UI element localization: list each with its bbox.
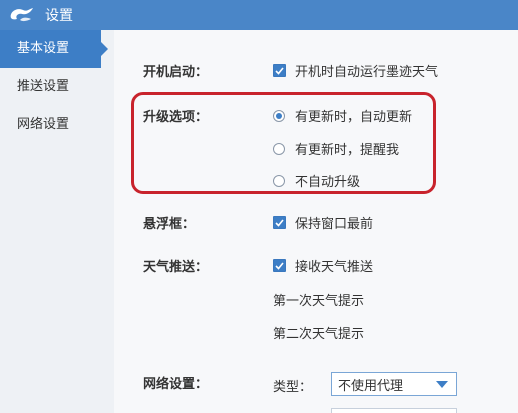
sidebar-item-label: 推送设置 (17, 79, 70, 94)
network-label: 网络设置： (143, 377, 209, 392)
chevron-down-icon (436, 381, 448, 388)
floating-option[interactable]: 保持窗口最前 (273, 213, 373, 232)
startup-label: 开机启动： (143, 65, 209, 80)
sidebar-item-network-settings[interactable]: 网络设置 (0, 106, 114, 144)
floating-option-label: 保持窗口最前 (295, 217, 374, 232)
proxy-type-select[interactable]: 不使用代理 (331, 372, 457, 396)
second-weather-hint: 第二次天气提示 (273, 327, 365, 342)
floating-label: 悬浮框： (143, 217, 196, 232)
weather-push-checkbox[interactable] (273, 259, 286, 272)
first-weather-hint: 第一次天气提示 (273, 294, 365, 309)
sidebar-item-label: 基本设置 (17, 41, 70, 56)
proxy-address-field[interactable] (331, 408, 457, 413)
settings-sidebar: 基本设置 推送设置 网络设置 (0, 30, 114, 413)
startup-option-label: 开机时自动运行墨迹天气 (295, 65, 439, 80)
startup-checkbox[interactable] (273, 64, 286, 77)
proxy-type-value: 不使用代理 (338, 378, 404, 394)
highlight-annotation (131, 92, 436, 194)
sidebar-item-push-settings[interactable]: 推送设置 (0, 68, 114, 106)
floating-checkbox[interactable] (273, 216, 286, 229)
active-pointer-icon (101, 42, 108, 56)
weather-push-label: 天气推送： (143, 260, 209, 275)
title-bar: 设置 (0, 0, 518, 30)
sidebar-item-label: 网络设置 (17, 117, 70, 132)
window-title: 设置 (45, 8, 73, 24)
weather-push-option[interactable]: 接收天气推送 (273, 256, 373, 275)
proxy-type-label: 类型： (273, 380, 313, 395)
settings-panel: 开机启动： 开机时自动运行墨迹天气 升级选项： 有更新时，自动更新 有更新时，提… (114, 30, 518, 413)
startup-option[interactable]: 开机时自动运行墨迹天气 (273, 61, 438, 80)
moji-logo-icon (7, 4, 37, 26)
sidebar-item-basic-settings[interactable]: 基本设置 (0, 30, 108, 68)
weather-push-option-label: 接收天气推送 (295, 260, 374, 275)
